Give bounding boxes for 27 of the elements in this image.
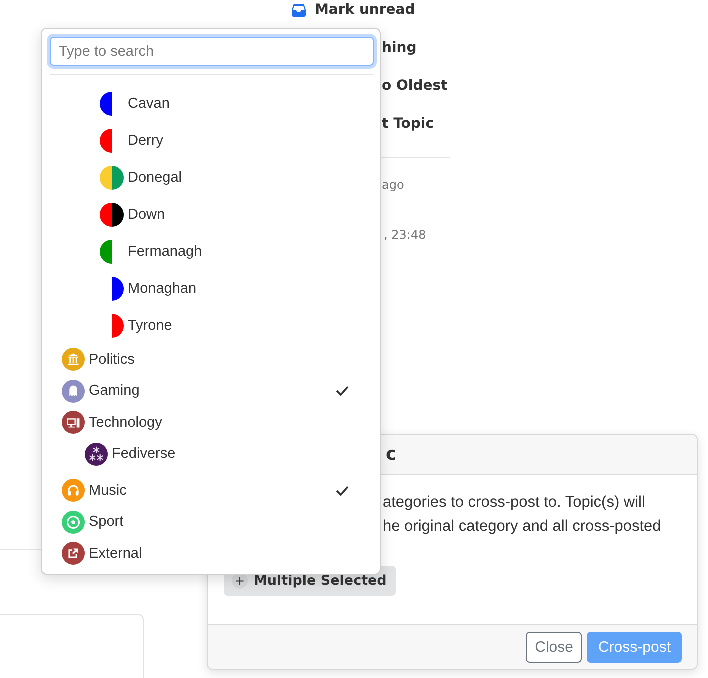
modal-text: ategories to cross-post to. Topic(s) will bbox=[383, 494, 646, 511]
menu-item[interactable]: hing bbox=[382, 40, 417, 56]
category-option[interactable]: Tyrone bbox=[42, 307, 380, 344]
menu-item[interactable]: Mark unread bbox=[315, 2, 416, 18]
timestamp-text: , 23:48 bbox=[384, 228, 426, 242]
check-icon bbox=[336, 486, 349, 496]
category-option[interactable]: Fediverse bbox=[42, 438, 380, 470]
category-option[interactable]: Music bbox=[42, 475, 380, 506]
category-option[interactable]: Down bbox=[42, 196, 380, 233]
category-option[interactable]: Politics bbox=[42, 344, 380, 376]
category-option[interactable]: Donegal bbox=[42, 159, 380, 196]
close-button[interactable]: Close bbox=[526, 632, 582, 662]
search-field[interactable]: Type to search bbox=[50, 37, 374, 66]
category-option[interactable]: Derry bbox=[42, 122, 380, 159]
menu-item[interactable]: o Oldest bbox=[382, 78, 448, 94]
category-option[interactable]: Technology bbox=[42, 407, 380, 438]
menu-item[interactable]: t Topic bbox=[382, 116, 434, 132]
category-option[interactable]: Cavan bbox=[42, 85, 380, 122]
check-icon bbox=[336, 386, 349, 396]
category-option[interactable]: Monaghan bbox=[42, 270, 380, 307]
modal-text: he original category and all cross-posted bbox=[383, 518, 662, 535]
category-option[interactable]: Fermanagh bbox=[42, 233, 380, 270]
category-option[interactable]: Gaming bbox=[42, 376, 380, 407]
modal-title: c bbox=[386, 444, 397, 465]
category-option[interactable]: Sport bbox=[42, 506, 380, 538]
inbox-icon bbox=[292, 4, 306, 16]
timestamp-text: ago bbox=[382, 178, 404, 192]
